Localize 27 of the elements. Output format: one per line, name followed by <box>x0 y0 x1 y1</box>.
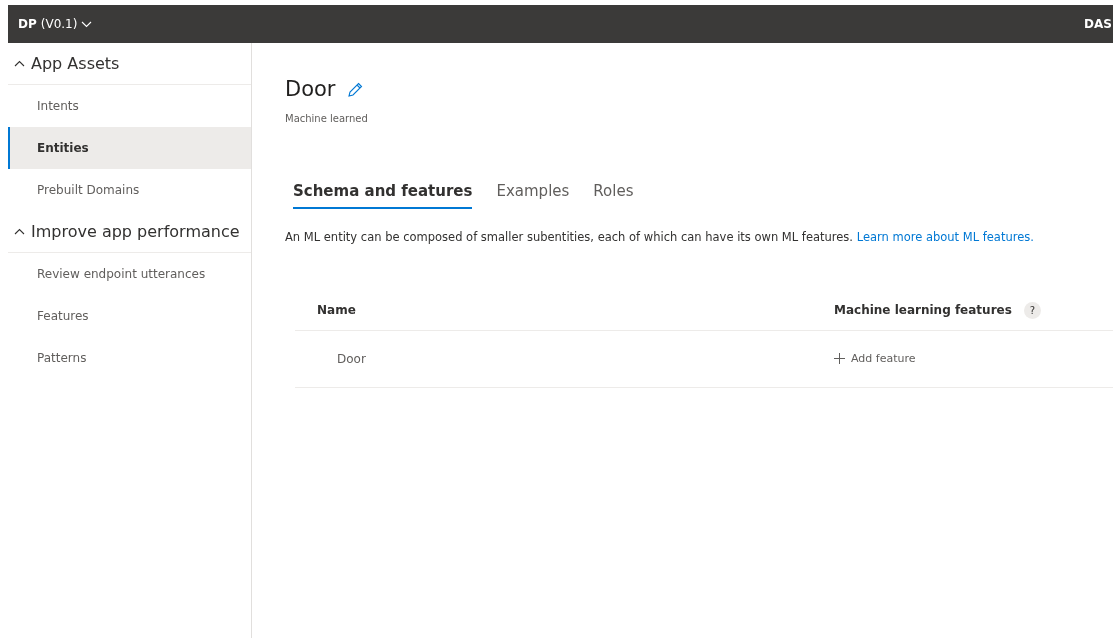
add-feature-button[interactable]: Add feature <box>834 351 916 365</box>
nav-item[interactable]: Review endpoint utterances <box>8 253 251 295</box>
nav-item[interactable]: Entities <box>8 127 251 169</box>
plus-icon <box>834 352 845 364</box>
help-icon[interactable]: ? <box>1023 301 1041 319</box>
entity-type: Machine learned <box>285 113 369 124</box>
pencil-icon[interactable] <box>347 81 363 97</box>
entity-title: Door <box>285 77 336 101</box>
column-header: Machine learning features <box>834 303 1012 317</box>
tab[interactable]: Examples <box>496 178 570 209</box>
account-label: DAS <box>1084 17 1113 31</box>
learn-more-link[interactable]: Learn more about ML features. <box>856 230 1034 244</box>
nav-group-header[interactable]: App Assets <box>8 43 251 85</box>
app-version-dropdown[interactable]: DP (V0.1) <box>18 17 93 31</box>
nav-item[interactable]: Prebuilt Domains <box>8 169 251 211</box>
chevron-up-icon <box>14 228 25 235</box>
tab[interactable]: Roles <box>593 178 634 209</box>
nav-item[interactable]: Patterns <box>8 337 251 379</box>
chevron-down-icon <box>81 20 93 28</box>
tab[interactable]: Schema and features <box>293 178 473 209</box>
table-cell: Door <box>337 352 366 366</box>
nav-item[interactable]: Intents <box>8 85 251 127</box>
description-text: An ML entity can be composed of smaller subentities, each of which can have its own ML features. <box>285 230 854 244</box>
nav-group-header[interactable]: Improve app performance <box>8 211 251 253</box>
column-header: Name <box>317 303 356 317</box>
chevron-up-icon <box>14 60 25 67</box>
nav-item[interactable]: Features <box>8 295 251 337</box>
